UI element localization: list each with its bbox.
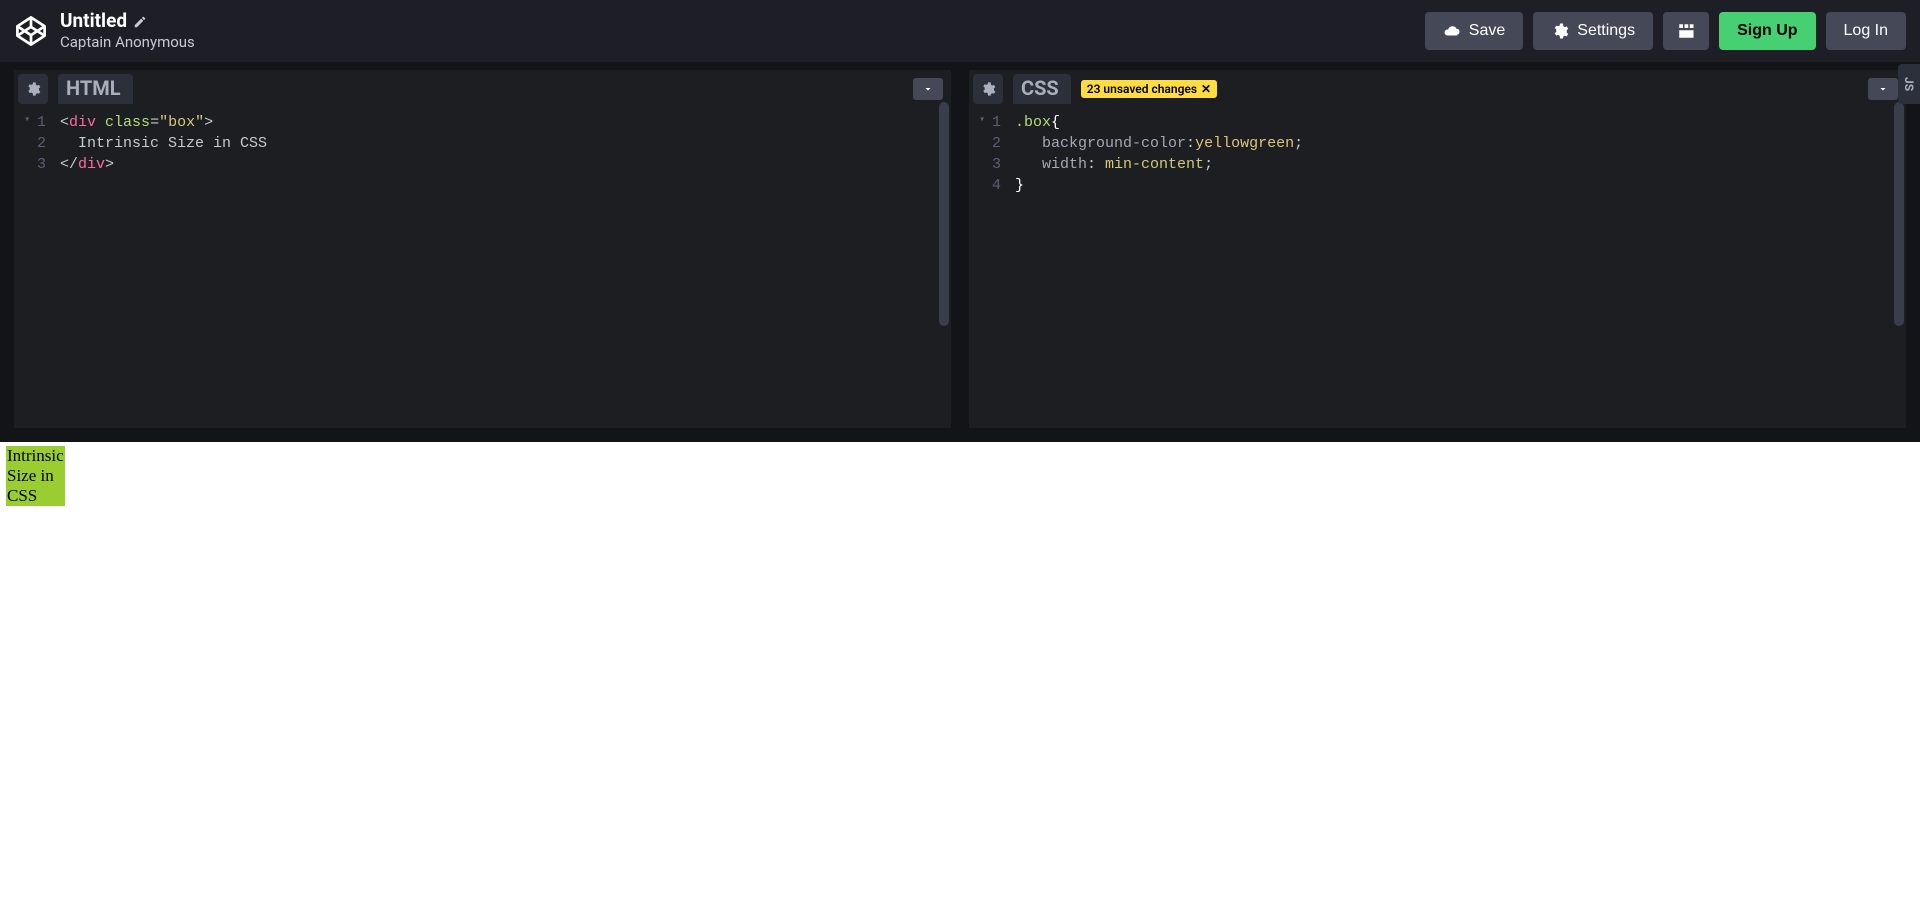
unsaved-changes-text: 23 unsaved changes (1087, 82, 1197, 96)
title-block: Untitled Captain Anonymous (60, 11, 195, 50)
css-settings-button[interactable] (973, 74, 1003, 104)
unsaved-changes-badge: 23 unsaved changes ✕ (1081, 80, 1217, 98)
chevron-down-icon (1877, 83, 1889, 95)
css-scrollbar[interactable] (1894, 102, 1904, 422)
css-pane: CSS 23 unsaved changes ✕ 1234 .box{ back… (969, 70, 1906, 428)
pen-title-text: Untitled (60, 11, 127, 32)
cloud-icon (1443, 22, 1461, 40)
preview-pane: Intrinsic Size in CSS (0, 442, 1920, 906)
html-pane-title: HTML (58, 74, 133, 104)
signup-button[interactable]: Sign Up (1719, 12, 1815, 50)
css-pane-header: CSS 23 unsaved changes ✕ (969, 70, 1906, 108)
css-dropdown-button[interactable] (1868, 78, 1898, 100)
html-dropdown-button[interactable] (913, 78, 943, 100)
save-button[interactable]: Save (1425, 12, 1523, 50)
layout-button[interactable] (1663, 12, 1709, 50)
preview-box: Intrinsic Size in CSS (6, 446, 65, 506)
signup-label: Sign Up (1737, 22, 1797, 40)
html-gutter: 123 (14, 108, 54, 428)
gear-icon (980, 81, 996, 97)
pen-author: Captain Anonymous (60, 34, 195, 51)
login-label: Log In (1844, 22, 1888, 40)
gear-icon (25, 81, 41, 97)
close-icon[interactable]: ✕ (1201, 82, 1211, 96)
html-code: <div class="box"> Intrinsic Size in CSS<… (54, 108, 951, 428)
codepen-logo-icon (14, 14, 48, 48)
edit-pencil-icon[interactable] (133, 15, 147, 29)
login-button[interactable]: Log In (1826, 12, 1906, 50)
html-settings-button[interactable] (18, 74, 48, 104)
css-gutter: 1234 (969, 108, 1009, 428)
pen-title[interactable]: Untitled (60, 11, 195, 32)
editors-row: HTML 123 <div class="box"> Intrinsic Siz… (0, 62, 1920, 442)
save-label: Save (1469, 22, 1505, 40)
settings-button[interactable]: Settings (1533, 12, 1653, 50)
header-left: Untitled Captain Anonymous (14, 11, 195, 50)
html-scrollbar[interactable] (939, 102, 949, 422)
html-pane-header: HTML (14, 70, 951, 108)
settings-label: Settings (1577, 22, 1635, 40)
css-pane-title: CSS (1013, 74, 1071, 104)
js-collapsed-tab[interactable]: JS (1898, 64, 1920, 104)
css-code-editor[interactable]: 1234 .box{ background-color:yellowgreen;… (969, 108, 1906, 428)
app-header: Untitled Captain Anonymous Save Settings… (0, 0, 1920, 62)
html-code-editor[interactable]: 123 <div class="box"> Intrinsic Size in … (14, 108, 951, 428)
html-pane: HTML 123 <div class="box"> Intrinsic Siz… (14, 70, 951, 428)
css-code: .box{ background-color:yellowgreen; widt… (1009, 108, 1906, 428)
chevron-down-icon (922, 83, 934, 95)
header-right: Save Settings Sign Up Log In (1425, 12, 1906, 50)
js-tab-label: JS (1902, 77, 1916, 91)
gear-icon (1551, 22, 1569, 40)
layout-icon (1677, 22, 1695, 40)
